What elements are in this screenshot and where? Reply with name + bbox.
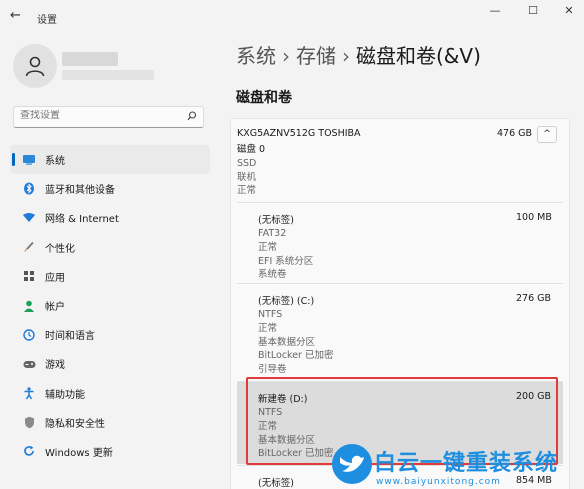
avatar[interactable] [13, 44, 57, 88]
volume-name: (无标签) [258, 478, 294, 489]
sidebar-item-gaming[interactable]: 游戏 [10, 349, 210, 378]
breadcrumb-separator: › [342, 44, 350, 68]
wifi-icon [21, 211, 37, 225]
sidebar-item-label: Windows 更新 [45, 447, 113, 459]
sidebar-item-bluetooth[interactable]: 蓝牙和其他设备 [10, 174, 210, 203]
blurred-email [62, 70, 154, 80]
volume-detail: FAT32 [258, 228, 287, 239]
volume-detail: BitLocker 已加密 [258, 350, 334, 362]
volume-name: (无标签) (C:) [258, 296, 315, 307]
watermark: 白云一键重装系统 www.baiyunxitong.com [332, 444, 584, 489]
sidebar-item-time-language[interactable]: 时间和语言 [10, 320, 210, 349]
monitor-icon [21, 153, 37, 167]
sidebar-item-apps[interactable]: 应用 [10, 262, 210, 291]
blurred-username [62, 52, 118, 66]
volume-detail: 基本数据分区 [258, 336, 316, 348]
volume-detail: 正常 [258, 322, 278, 334]
disk-number: 磁盘 0 [237, 144, 266, 155]
disk-health: 正常 [237, 185, 257, 197]
bluetooth-icon [21, 182, 37, 196]
volume-size: 100 MB [516, 212, 552, 223]
watermark-text: 白云一键重装系统 [374, 451, 559, 476]
sidebar-item-label: 蓝牙和其他设备 [45, 185, 115, 197]
sidebar-item-system[interactable]: 系统 [10, 145, 210, 175]
sidebar-item-label: 个性化 [45, 243, 75, 255]
close-icon[interactable]: ✕ [554, 4, 584, 20]
volume-size: 276 GB [516, 293, 552, 304]
brush-icon [21, 240, 37, 254]
maximize-icon[interactable]: ☐ [518, 4, 548, 20]
sidebar-item-label: 系统 [45, 156, 65, 168]
minimize-icon[interactable]: — [480, 4, 510, 20]
sidebar-item-network[interactable]: 网络 & Internet [10, 203, 210, 232]
disk-type: SSD [237, 157, 257, 169]
breadcrumb-current: 磁盘和卷(&V) [356, 44, 481, 68]
volume-detail: 引导卷 [258, 364, 287, 376]
globe-clock-icon [21, 328, 37, 342]
sidebar-item-label: 帐户 [45, 302, 65, 314]
breadcrumb: 系统 › 存储 › 磁盘和卷(&V) [236, 40, 481, 69]
volume-detail: 正常 [258, 241, 278, 253]
bird-logo-icon [332, 444, 372, 484]
sidebar-item-accounts[interactable]: 帐户 [10, 291, 210, 320]
volume-name: (无标签) [258, 215, 294, 226]
volume-row[interactable]: (无标签) 100 MB FAT32 正常 EFI 系统分区 系统卷 [237, 202, 563, 282]
sidebar-item-label: 应用 [45, 272, 65, 284]
breadcrumb-storage[interactable]: 存储 [296, 44, 336, 68]
disk-size: 476 GB [497, 128, 533, 139]
sidebar-item-label: 网络 & Internet [45, 214, 119, 226]
gamepad-icon [21, 357, 37, 371]
person-avatar-icon [25, 56, 45, 77]
shield-icon [21, 415, 37, 429]
sidebar-item-label: 游戏 [45, 360, 65, 372]
volume-detail: NTFS [258, 309, 283, 320]
disk-name: KXG5AZNV512G TOSHIBA [237, 128, 361, 139]
breadcrumb-separator: › [282, 44, 290, 68]
collapse-button[interactable]: ^ [537, 126, 557, 143]
disk-status: 联机 [237, 171, 257, 183]
sidebar-item-personalization[interactable]: 个性化 [10, 233, 210, 262]
update-icon [21, 444, 37, 458]
section-title: 磁盘和卷 [236, 90, 292, 106]
sidebar-item-label: 辅助功能 [45, 389, 85, 401]
volume-detail: 系统卷 [258, 269, 287, 281]
volume-details: NTFS 正常 基本数据分区 BitLocker 已加密 引导卷 [258, 308, 333, 377]
volume-details: FAT32 正常 EFI 系统分区 系统卷 [258, 227, 313, 282]
apps-icon [21, 269, 37, 283]
sidebar-item-label: 隐私和安全性 [45, 418, 105, 430]
search-box[interactable] [13, 106, 204, 128]
title-bar: ← 设置 — ☐ ✕ [0, 0, 584, 32]
sidebar-item-privacy[interactable]: 隐私和安全性 [10, 408, 210, 437]
sidebar-item-label: 时间和语言 [45, 331, 95, 343]
back-arrow-icon[interactable]: ← [10, 8, 21, 23]
person-icon [21, 299, 37, 313]
watermark-url: www.baiyunxitong.com [376, 477, 501, 487]
breadcrumb-system[interactable]: 系统 [236, 44, 276, 68]
volume-detail: EFI 系统分区 [258, 255, 314, 267]
disk-details: 磁盘 0 SSD 联机 正常 [237, 143, 265, 198]
app-title: 设置 [37, 15, 57, 26]
search-icon[interactable] [187, 111, 197, 124]
volume-row[interactable]: (无标签) (C:) 276 GB NTFS 正常 基本数据分区 BitLock… [237, 283, 563, 378]
sidebar-nav: 系统 蓝牙和其他设备 网络 & Internet 个性化 应用 帐户 时间和语言… [10, 145, 210, 466]
sidebar-item-accessibility[interactable]: 辅助功能 [10, 379, 210, 408]
accessibility-icon [21, 386, 37, 400]
search-input[interactable] [20, 110, 180, 121]
sidebar-item-windows-update[interactable]: Windows 更新 [10, 437, 210, 466]
